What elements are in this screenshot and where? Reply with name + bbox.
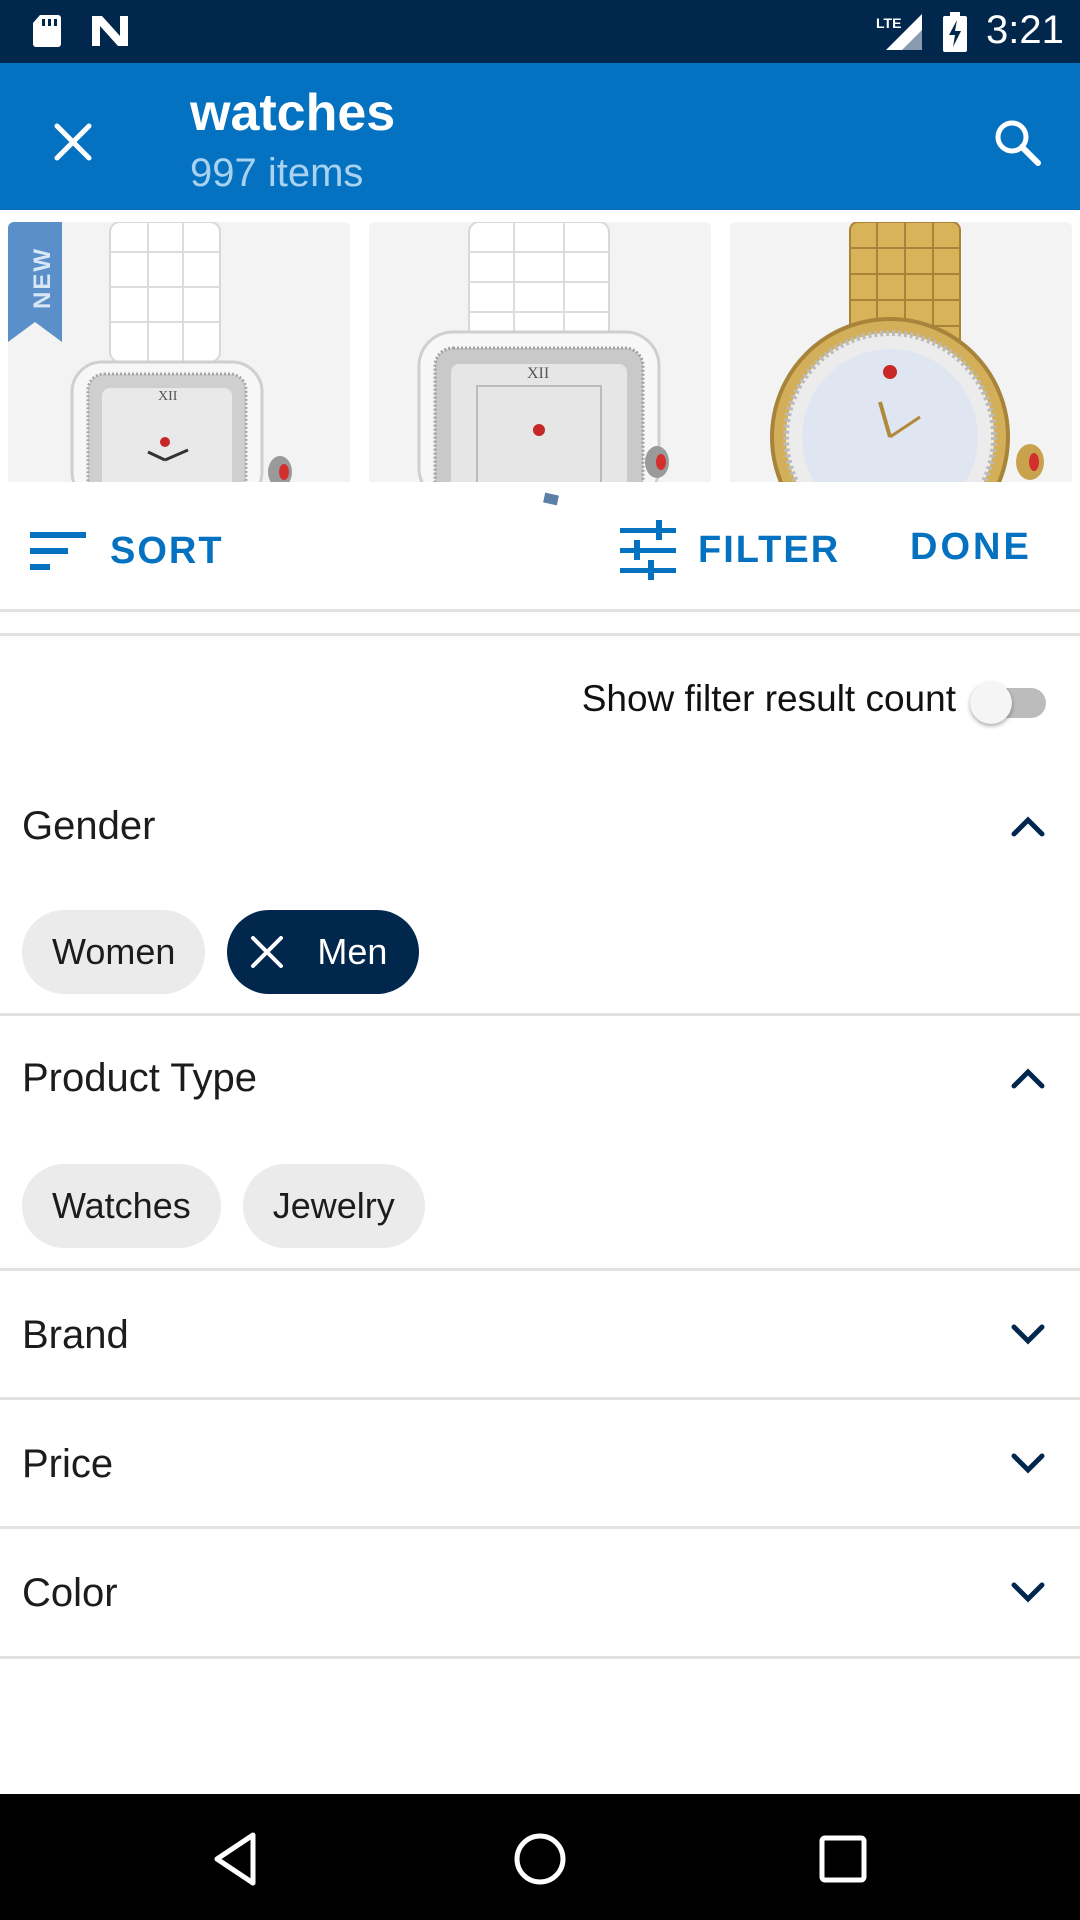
chip-label: Men <box>317 931 388 972</box>
switch-thumb <box>970 682 1012 724</box>
filter-section-color[interactable]: Color <box>0 1529 1080 1659</box>
close-icon <box>54 123 92 161</box>
chip-watches[interactable]: Watches <box>22 1164 221 1248</box>
chip-label: Watches <box>52 1185 191 1226</box>
section-title[interactable]: Gender <box>22 804 155 849</box>
product-type-chip-group: Watches Jewelry <box>22 1164 425 1248</box>
divider <box>0 633 1080 636</box>
filter-count-toggle-row: Show filter result count <box>0 660 1080 740</box>
sort-icon <box>30 532 86 570</box>
chip-men-selected[interactable]: Men <box>227 910 420 994</box>
done-button[interactable]: DONE <box>910 526 1032 569</box>
filter-sliders-icon <box>620 520 676 580</box>
product-results-strip: XII NEW XII <box>0 210 1080 482</box>
filter-section-product-type: Product Type Watches Jewelry <box>0 1016 1080 1271</box>
chevron-down-icon <box>1011 1453 1045 1474</box>
back-button[interactable] <box>202 1824 272 1894</box>
chevron-down-icon <box>1011 1582 1045 1603</box>
search-icon <box>995 120 1041 166</box>
product-card[interactable] <box>730 222 1072 482</box>
app-bar: watches 997 items <box>0 63 1080 210</box>
svg-text:XII: XII <box>158 389 178 404</box>
section-title[interactable]: Product Type <box>22 1056 257 1101</box>
home-icon <box>514 1833 566 1885</box>
section-title: Brand <box>22 1313 129 1357</box>
product-card[interactable]: XII NEW <box>8 222 350 482</box>
n-notification-icon <box>92 16 128 46</box>
sort-label: SORT <box>110 529 224 572</box>
filter-section-brand[interactable]: Brand <box>0 1271 1080 1400</box>
sd-card-icon <box>33 15 61 47</box>
home-button[interactable] <box>505 1824 575 1894</box>
svg-text:XII: XII <box>527 365 549 382</box>
product-image-white-watch: XII <box>417 222 669 482</box>
back-icon <box>214 1832 256 1886</box>
filter-section-gender: Gender Women Men <box>0 770 1080 1016</box>
sort-button[interactable]: SORT <box>28 526 224 576</box>
search-query-title: watches <box>190 84 396 142</box>
chevron-up-icon[interactable] <box>1006 804 1050 848</box>
system-navigation-bar <box>0 1794 1080 1920</box>
lte-label: LTE <box>876 15 901 31</box>
recents-button[interactable] <box>808 1824 878 1894</box>
product-card[interactable]: XII <box>369 222 711 482</box>
chip-women[interactable]: Women <box>22 910 206 994</box>
section-title: Price <box>22 1442 114 1486</box>
close-button[interactable] <box>36 105 110 179</box>
battery-charging-icon <box>943 12 967 52</box>
lte-signal-icon: LTE <box>876 14 922 50</box>
sort-filter-bar: SORT FILTER DONE <box>0 482 1080 612</box>
chip-jewelry[interactable]: Jewelry <box>242 1164 425 1248</box>
recents-icon <box>819 1835 867 1883</box>
toggle-label: Show filter result count <box>581 678 956 719</box>
filter-button[interactable]: FILTER <box>618 518 840 582</box>
search-button[interactable] <box>980 105 1054 179</box>
section-title: Color <box>22 1571 118 1615</box>
divider <box>0 1656 1080 1659</box>
status-time: 3:21 <box>986 8 1064 52</box>
chip-label: Women <box>52 931 176 972</box>
product-image-gold-watch <box>770 222 1044 482</box>
filter-result-count-switch[interactable] <box>970 682 1050 724</box>
status-bar: LTE 3:21 <box>0 0 1080 63</box>
chevron-down-icon <box>1011 1324 1045 1345</box>
filter-section-price[interactable]: Price <box>0 1400 1080 1529</box>
remove-chip-icon <box>251 936 284 968</box>
item-count: 997 items <box>190 151 364 195</box>
gender-chip-group: Women Men <box>22 910 420 994</box>
chevron-up-icon[interactable] <box>1006 1056 1050 1100</box>
new-badge-label: NEW <box>29 247 56 309</box>
chip-label: Jewelry <box>272 1185 395 1226</box>
filter-label: FILTER <box>698 528 841 571</box>
